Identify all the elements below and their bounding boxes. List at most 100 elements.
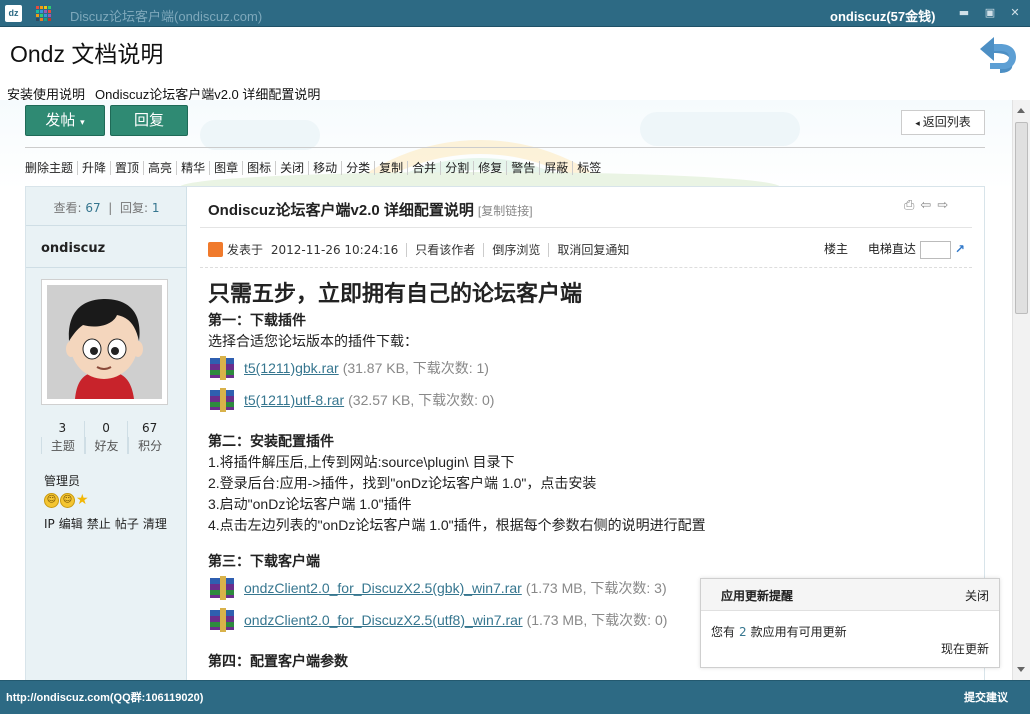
moderation-bar: 删除主题 升降 置顶 高亮 精华 图章 图标 关闭 移动 分类 复制 合并 分割 修复 警告 屏蔽 标签	[25, 159, 606, 176]
thread-stats: 查看: 67 | 回复: 1	[53, 201, 160, 215]
smiley-medal-icon: ☺	[60, 493, 75, 508]
attachment-row: t5(1211)utf-8.rar (32.57 KB, 下载次数: 0)	[208, 384, 968, 416]
reverse-order-link[interactable]: 倒序浏览	[483, 243, 541, 257]
mod-stamp[interactable]: 图章	[209, 161, 243, 175]
attachment-link[interactable]: ondzClient2.0_for_DiscuzX2.5(gbk)_win7.r…	[244, 580, 522, 596]
avatar[interactable]	[41, 279, 168, 405]
mod-sticky[interactable]: 置顶	[110, 161, 144, 175]
attachment-link[interactable]: t5(1211)gbk.rar	[244, 360, 339, 376]
scroll-up-icon[interactable]	[1017, 108, 1025, 113]
author-role[interactable]: 管理员	[44, 472, 80, 489]
mod-copy[interactable]: 复制	[374, 161, 408, 175]
jump-label: 电梯直达	[867, 242, 916, 256]
update-notice: 应用更新提醒 关闭 您有 2 款应用有可用更新 现在更新	[700, 578, 1000, 668]
new-post-button[interactable]: 发帖 ▾	[25, 105, 105, 136]
page-scrollbar[interactable]	[1012, 100, 1030, 680]
update-count[interactable]: 2	[739, 625, 747, 639]
step2-title: 第二：安装配置插件	[208, 433, 334, 449]
update-now-button[interactable]: 现在更新	[941, 640, 989, 657]
count-threads[interactable]: 3 主题	[41, 421, 84, 454]
step1-desc: 选择合适您论坛版本的插件下载：	[208, 333, 418, 349]
step2-line: 3.启动"onDz论坛客户端 1.0"插件	[208, 496, 412, 512]
close-button[interactable]: ✕	[1007, 6, 1023, 20]
mod-highlight[interactable]: 高亮	[143, 161, 177, 175]
notice-close-button[interactable]: 关闭	[965, 587, 989, 604]
back-arrow-icon[interactable]	[976, 31, 1022, 75]
step3-title: 第三：下载客户端	[208, 553, 320, 569]
scroll-thumb[interactable]	[1015, 122, 1028, 314]
attachment-link[interactable]: ondzClient2.0_for_DiscuzX2.5(utf8)_win7.…	[244, 612, 523, 628]
window-title: Discuz论坛客户端(ondiscuz.com)	[70, 9, 263, 24]
reply-button[interactable]: 回复	[110, 105, 188, 136]
next-thread-icon[interactable]: ⇨	[937, 198, 948, 213]
submit-suggestion-button[interactable]: 提交建议	[964, 689, 1008, 705]
prev-thread-icon[interactable]: ⇦	[920, 198, 931, 213]
mod-bump[interactable]: 升降	[77, 161, 111, 175]
step1-title: 第一：下载插件	[208, 312, 306, 328]
author-sidebar: 查看: 67 | 回复: 1 ondiscuz 3 主题 0 好友 67 积分 …	[26, 187, 187, 687]
posted-label: 发表于	[227, 243, 264, 257]
cancel-notify-link[interactable]: 取消回复通知	[548, 243, 630, 257]
mod-repair[interactable]: 修复	[473, 161, 507, 175]
count-friends[interactable]: 0 好友	[83, 421, 128, 454]
rar-archive-icon	[210, 576, 234, 600]
attachment-row: t5(1211)gbk.rar (31.87 KB, 下载次数: 1)	[208, 352, 968, 384]
scroll-down-icon[interactable]	[1017, 667, 1025, 672]
print-icon[interactable]: ⎙	[904, 198, 914, 213]
admin-posts[interactable]: 帖子	[115, 517, 139, 531]
author-medals: ☺ ☺ ★	[44, 493, 89, 508]
minimize-button[interactable]: ▬	[956, 6, 972, 20]
step2-line: 4.点击左边列表的"onDz论坛客户端 1.0"插件，根据每个参数右侧的说明进行…	[208, 517, 706, 533]
admin-links: IP 编辑 禁止 帖子 清理	[44, 515, 167, 532]
app-logo-icon: dz	[5, 5, 22, 22]
mod-close[interactable]: 关闭	[275, 161, 309, 175]
admin-edit[interactable]: 编辑	[59, 517, 83, 531]
author-name[interactable]: ondiscuz	[41, 241, 105, 256]
floor-label: 楼主	[824, 242, 849, 256]
copy-link[interactable]: [复制链接]	[478, 204, 533, 218]
avatar-cartoon-icon	[47, 285, 162, 399]
floor-jump-input[interactable]	[919, 240, 951, 259]
mod-move[interactable]: 移动	[308, 161, 342, 175]
mod-tags[interactable]: 标签	[572, 161, 606, 175]
post-title: Ondiscuz论坛客户端v2.0 详细配置说明 [复制链接]	[208, 202, 533, 219]
attachment-link[interactable]: t5(1211)utf-8.rar	[244, 392, 344, 408]
mod-merge[interactable]: 合并	[407, 161, 441, 175]
mod-split[interactable]: 分割	[440, 161, 474, 175]
mod-delete[interactable]: 删除主题	[25, 161, 77, 175]
title-bar: dz Discuz论坛客户端(ondiscuz.com) ondiscuz(57…	[0, 0, 1030, 27]
rar-archive-icon	[210, 608, 234, 632]
posted-time: 2012-11-26 10:24:16	[270, 243, 399, 257]
star-medal-icon: ★	[76, 492, 89, 508]
author-counts: 3 主题 0 好友 67 积分	[41, 421, 171, 454]
only-author-link[interactable]: 只看该作者	[406, 243, 476, 257]
skin-grid-icon[interactable]	[36, 6, 51, 21]
return-to-list-button[interactable]: ◂ 返回列表	[901, 110, 985, 135]
mod-block[interactable]: 屏蔽	[539, 161, 573, 175]
post-meta: 发表于 2012-11-26 10:24:16 只看该作者 倒序浏览 取消回复通知	[208, 241, 630, 258]
toolbar-divider	[25, 147, 985, 148]
status-url[interactable]: http://ondiscuz.com(QQ群:106119020)	[6, 689, 203, 705]
floor-jump: 楼主 电梯直达 ↗	[824, 240, 965, 259]
mod-digest[interactable]: 精华	[176, 161, 210, 175]
admin-ban[interactable]: 禁止	[87, 517, 111, 531]
step2-line: 2.登录后台:应用->插件，找到"onDz论坛客户端 1.0"，点击安装	[208, 475, 597, 491]
smiley-medal-icon: ☺	[44, 493, 59, 508]
mod-warn[interactable]: 警告	[506, 161, 540, 175]
step2-line: 1.将插件解压后,上传到网站:source\plugin\ 目录下	[208, 454, 515, 470]
notice-title: 应用更新提醒	[721, 589, 794, 603]
current-user[interactable]: ondiscuz(57金钱)	[830, 6, 935, 25]
count-credits[interactable]: 67 积分	[127, 421, 171, 454]
rar-archive-icon	[210, 388, 234, 412]
mod-category[interactable]: 分类	[341, 161, 375, 175]
mod-icon[interactable]: 图标	[242, 161, 276, 175]
post-tools: ⎙ ⇦ ⇨	[904, 198, 948, 213]
admin-ip[interactable]: IP	[44, 517, 55, 531]
page-title: Ondz 文档说明	[10, 41, 164, 67]
maximize-button[interactable]: ▣	[982, 6, 998, 20]
rar-archive-icon	[210, 356, 234, 380]
status-bar: http://ondiscuz.com(QQ群:106119020) 提交建议	[0, 680, 1030, 714]
admin-clean[interactable]: 清理	[143, 517, 167, 531]
jump-go-icon[interactable]: ↗	[955, 242, 965, 256]
content-heading: 只需五步，立即拥有自己的论坛客户端	[208, 281, 583, 307]
